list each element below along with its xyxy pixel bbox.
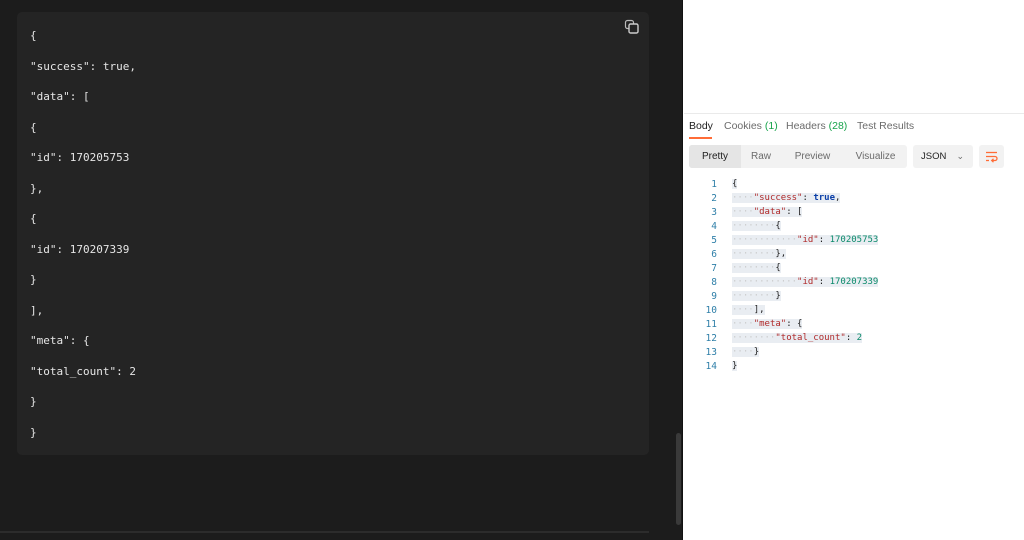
json-line: ····"data": [ bbox=[732, 207, 803, 217]
code-line: "meta": { bbox=[30, 334, 90, 347]
tab-label: Body bbox=[689, 120, 713, 132]
line-number: 10 bbox=[705, 305, 717, 316]
code-line: { bbox=[30, 212, 37, 225]
scrollbar[interactable] bbox=[676, 433, 681, 525]
tab-label: Headers bbox=[786, 120, 826, 132]
line-number: 13 bbox=[705, 347, 717, 358]
divider bbox=[684, 113, 1024, 114]
line-number: 2 bbox=[711, 193, 717, 204]
line-number: 9 bbox=[711, 291, 717, 302]
json-line: ····], bbox=[732, 305, 765, 315]
code-line: "id": 170207339 bbox=[30, 242, 130, 256]
line-number: 7 bbox=[711, 263, 717, 274]
response-panel: Body Cookies (1) Headers (28) Test Resul… bbox=[684, 0, 1024, 540]
divider bbox=[0, 531, 649, 533]
json-line: ········{ bbox=[732, 263, 781, 273]
view-pretty-button[interactable]: Pretty bbox=[689, 145, 741, 168]
json-line: ····"meta": { bbox=[732, 319, 803, 329]
json-line: ········"total_count": 2 bbox=[732, 333, 863, 343]
line-number: 8 bbox=[711, 277, 717, 288]
line-number: 1 bbox=[711, 179, 717, 190]
tab-test-results[interactable]: Test Results bbox=[857, 120, 914, 132]
json-line: ····} bbox=[732, 347, 760, 357]
tab-count: (1) bbox=[764, 120, 778, 132]
code-line: } bbox=[30, 395, 37, 408]
json-line: ············"id": 170207339 bbox=[732, 277, 879, 287]
json-line: ········} bbox=[732, 291, 781, 301]
line-number: 11 bbox=[705, 319, 717, 330]
json-line: ········{ bbox=[732, 221, 781, 231]
code-line: "total_count": 2 bbox=[30, 364, 136, 378]
code-line: } bbox=[30, 273, 37, 286]
format-value: JSON bbox=[921, 151, 947, 162]
code-line: { bbox=[30, 29, 37, 42]
line-number: 5 bbox=[711, 235, 717, 246]
code-line: }, bbox=[30, 181, 44, 195]
view-mode-selector: Pretty Raw Preview Visualize bbox=[689, 145, 907, 168]
view-preview-button[interactable]: Preview bbox=[781, 145, 844, 168]
tab-count: (28) bbox=[828, 120, 848, 132]
tab-headers[interactable]: Headers (28) bbox=[786, 120, 847, 132]
active-tab-underline bbox=[689, 137, 712, 139]
tab-body[interactable]: Body bbox=[689, 120, 713, 132]
json-line: ····"success": true, bbox=[732, 193, 841, 203]
wrap-lines-icon[interactable] bbox=[979, 145, 1004, 168]
line-number: 14 bbox=[705, 361, 717, 372]
code-line: { bbox=[30, 120, 37, 134]
view-visualize-button[interactable]: Visualize bbox=[844, 145, 907, 168]
chevron-down-icon: ⌄ bbox=[956, 151, 964, 161]
code-line: "data": [ bbox=[30, 90, 90, 103]
json-line: { bbox=[732, 179, 738, 189]
view-raw-button[interactable]: Raw bbox=[741, 145, 781, 168]
code-panel: { "success": true, "data": [ { "id": 1702057… bbox=[0, 0, 683, 540]
json-line: ········}, bbox=[732, 249, 787, 259]
tab-label: Cookies bbox=[724, 120, 762, 132]
code-line: "id": 170205753 bbox=[30, 151, 130, 164]
code-line: ], bbox=[30, 303, 44, 317]
code-line: } bbox=[30, 425, 37, 439]
line-number: 6 bbox=[711, 249, 717, 260]
json-line: } bbox=[732, 361, 738, 371]
line-number: 4 bbox=[711, 221, 717, 232]
tab-label: Test Results bbox=[857, 120, 915, 132]
json-line: ············"id": 170205753 bbox=[732, 235, 879, 245]
tab-cookies[interactable]: Cookies (1) bbox=[724, 120, 778, 132]
format-dropdown[interactable]: JSON ⌄ bbox=[913, 145, 973, 168]
line-number: 3 bbox=[711, 207, 717, 218]
line-number: 12 bbox=[705, 333, 717, 344]
copy-icon[interactable] bbox=[624, 19, 640, 35]
code-block: { "success": true, "data": [ { "id": 1702057… bbox=[17, 12, 649, 455]
code-line: "success": true, bbox=[30, 59, 136, 73]
